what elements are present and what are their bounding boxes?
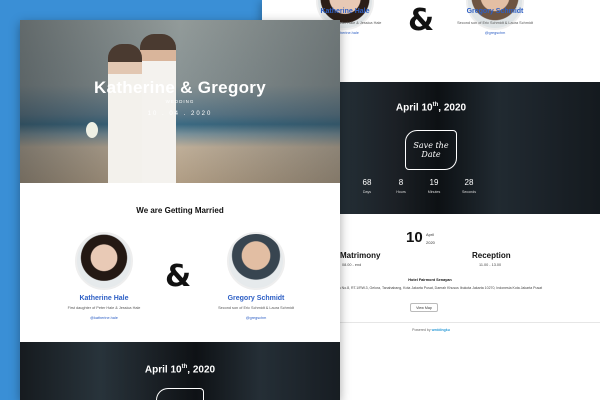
groom-parents: Second son of Eric Schmidt & Laura Schmi… <box>457 21 533 25</box>
front-page-preview: Katherine & Gregory WEDDING 10 . 04 . 20… <box>20 20 340 400</box>
matrimony-label: Matrimony <box>340 251 381 260</box>
view-map-button[interactable]: View Map <box>410 303 438 312</box>
wedding-date-heading: April 10th, 2020 <box>395 102 467 114</box>
countdown-hours: 8 Hours <box>396 178 406 194</box>
save-the-date-badge: Save the Date <box>405 130 457 170</box>
groom-photo <box>227 232 285 290</box>
countdown-minutes: 19 Minutes <box>427 178 441 194</box>
countdown-section-preview: April 10th, 2020 <box>20 342 340 400</box>
ampersand: & <box>165 259 192 294</box>
groom-instagram-link[interactable]: @gregschm <box>440 31 550 35</box>
bride-name: Katherine Hale <box>79 295 129 302</box>
bride-name: Katherine Hale <box>320 8 370 15</box>
wedding-date-heading: April 10th, 2020 <box>144 364 216 376</box>
countdown-days: 68 Days <box>362 178 372 194</box>
groom-parents: Second son of Eric Schmidt & Laura Schmi… <box>218 306 294 310</box>
venue-address: Jl. Asia Afrika No.8, RT.1/RW.3, Gelora,… <box>319 286 543 290</box>
hero-title: Katherine & Gregory <box>94 78 266 97</box>
bouquet <box>86 122 98 138</box>
countdown-seconds: 28 Seconds <box>462 178 476 194</box>
footer-brand-link[interactable]: weddingku <box>432 328 450 332</box>
venue-name: Hotel Fairmont Senayan <box>408 278 452 282</box>
bride-photo <box>75 232 133 290</box>
reception-time: 11.00 - 13.00 <box>479 263 502 267</box>
bride-parents: First daughter of Peter Hale & Jessica H… <box>67 306 141 310</box>
groom-instagram-link[interactable]: @gregschm <box>191 316 321 320</box>
event-month-year: April 2020 <box>426 232 435 245</box>
matrimony-time: 08.00 - end <box>342 263 362 267</box>
groom-photo <box>466 0 524 30</box>
reception-label: Reception <box>472 251 511 260</box>
groom-figure <box>140 34 176 183</box>
groom-name: Gregory Schmidt <box>227 295 285 302</box>
save-the-date-frame <box>156 388 204 400</box>
section-title: We are Getting Married <box>136 206 224 215</box>
groom-name: Gregory Schmidt <box>466 8 524 15</box>
ampersand: & <box>408 3 435 38</box>
bride-instagram-link[interactable]: @katherine.hale <box>39 316 169 320</box>
event-day: 10 <box>406 229 423 246</box>
